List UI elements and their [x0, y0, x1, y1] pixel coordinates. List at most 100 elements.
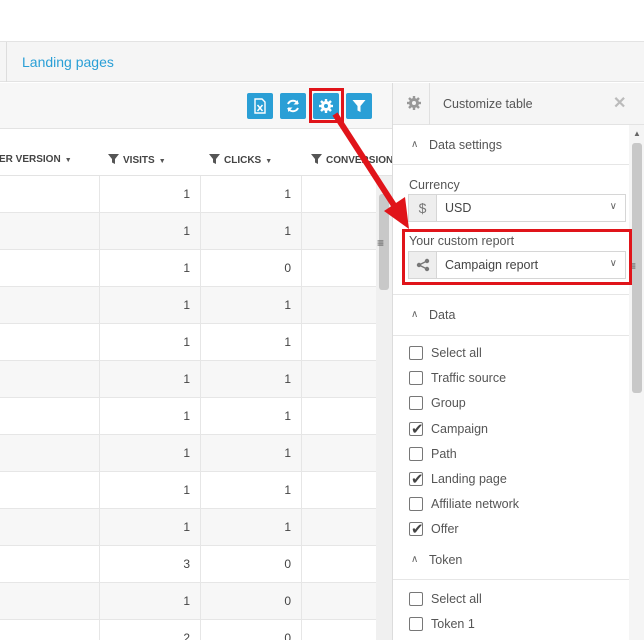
clicks-cell: 1	[201, 287, 302, 324]
visits-cell: 2	[100, 620, 201, 640]
clicks-cell: 1	[201, 213, 302, 250]
clicks-cell: 1	[201, 435, 302, 472]
checkbox[interactable]: ✔	[409, 471, 424, 488]
column-header-clicks[interactable]: CLICKS ▼	[209, 154, 272, 166]
checkbox-label: Traffic source	[431, 371, 507, 386]
conversion-cell	[302, 546, 376, 583]
checkbox[interactable]	[409, 617, 423, 631]
version-cell	[0, 398, 100, 435]
visits-cell: 1	[100, 435, 201, 472]
column-header-conversion[interactable]: CONVERSION	[311, 154, 393, 166]
visits-cell: 1	[100, 324, 201, 361]
gear-highlight-box	[309, 88, 344, 123]
scroll-up-icon[interactable]: ▲	[633, 129, 641, 138]
checkbox[interactable]: ✔	[409, 521, 424, 539]
conversion-cell	[302, 620, 376, 640]
resize-handle-icon[interactable]: ≡	[377, 236, 384, 250]
visits-cell: 1	[100, 509, 201, 546]
clicks-cell: 1	[201, 324, 302, 361]
table-row[interactable]: 11	[0, 324, 376, 361]
version-cell	[0, 472, 100, 509]
panel-header: Customize table ✕	[393, 83, 644, 125]
checkbox[interactable]	[409, 446, 423, 461]
dollar-icon: $	[409, 195, 437, 221]
refresh-button[interactable]	[280, 93, 306, 119]
filter-button[interactable]	[346, 93, 372, 119]
export-excel-button[interactable]	[247, 93, 273, 119]
version-cell	[0, 509, 100, 546]
panel-scrollbar[interactable]: ▲	[629, 125, 644, 640]
tab-landing-pages[interactable]: Landing pages	[22, 54, 114, 70]
checkbox[interactable]	[409, 497, 423, 512]
checkbox[interactable]	[409, 371, 423, 386]
conversion-cell	[302, 213, 376, 250]
checkbox-label: Affiliate network	[431, 497, 520, 512]
table-row[interactable]: 11	[0, 509, 376, 546]
visits-cell: 3	[100, 546, 201, 583]
clicks-cell: 1	[201, 472, 302, 509]
conversion-cell	[302, 509, 376, 546]
checkbox[interactable]: ✔	[409, 421, 424, 438]
column-header-visits[interactable]: VISITS ▼	[108, 154, 166, 166]
conversion-cell	[302, 583, 376, 620]
table-row[interactable]: 10	[0, 250, 376, 287]
currency-select[interactable]: $ USD ∨	[408, 194, 626, 222]
table-row[interactable]: 11	[0, 213, 376, 250]
table-row[interactable]: 11	[0, 176, 376, 213]
table-row[interactable]: 10	[0, 583, 376, 620]
table-row[interactable]: 30	[0, 546, 376, 583]
checkbox[interactable]	[409, 592, 423, 606]
table-row[interactable]: 11	[0, 472, 376, 509]
filter-icon	[352, 100, 366, 112]
close-icon[interactable]: ✕	[613, 93, 626, 113]
tab-divider	[6, 42, 7, 82]
table-row[interactable]: 11	[0, 435, 376, 472]
checkbox[interactable]	[409, 346, 423, 360]
conversion-cell	[302, 287, 376, 324]
table-row[interactable]: 20	[0, 620, 376, 640]
section-data[interactable]: ∧ Data	[393, 294, 629, 336]
conversion-cell	[302, 176, 376, 213]
table-row[interactable]: 11	[0, 361, 376, 398]
table-row[interactable]: 11	[0, 287, 376, 324]
conversion-cell	[302, 398, 376, 435]
table-row[interactable]: 11	[0, 398, 376, 435]
checkbox-label: Offer	[431, 522, 459, 537]
conversion-cell	[302, 435, 376, 472]
section-data-settings[interactable]: ∧ Data settings	[393, 125, 629, 165]
checkbox-label: Group	[431, 396, 466, 411]
checkbox-label: Token 1	[431, 617, 475, 631]
table-body: 11111011111111111111301020	[0, 176, 376, 640]
version-cell	[0, 435, 100, 472]
filter-icon	[311, 154, 322, 164]
panel-header-divider	[429, 83, 430, 125]
visits-cell: 1	[100, 213, 201, 250]
checkmark-icon: ✔	[411, 521, 424, 539]
version-cell	[0, 176, 100, 213]
checkbox-label: Path	[431, 446, 457, 461]
version-cell	[0, 546, 100, 583]
clicks-cell: 1	[201, 509, 302, 546]
version-cell	[0, 324, 100, 361]
column-header-version[interactable]: ER VERSION ▼	[0, 154, 72, 165]
section-token[interactable]: ∧ Token	[393, 540, 629, 580]
clicks-cell: 1	[201, 361, 302, 398]
checkbox[interactable]	[409, 396, 423, 411]
version-cell	[0, 583, 100, 620]
conversion-cell	[302, 250, 376, 287]
visits-cell: 1	[100, 250, 201, 287]
version-cell	[0, 287, 100, 324]
panel-title: Customize table	[443, 97, 533, 111]
table-header: ER VERSION ▼ VISITS ▼ CLICKS ▼ CONVERSION	[0, 142, 393, 176]
visits-cell: 1	[100, 176, 201, 213]
clicks-cell: 0	[201, 583, 302, 620]
custom-report-highlight-box	[402, 229, 632, 285]
filter-icon	[209, 154, 220, 164]
version-cell	[0, 361, 100, 398]
checkbox-label: Select all	[431, 592, 482, 606]
clicks-cell: 0	[201, 620, 302, 640]
sort-caret-icon: ▼	[158, 158, 166, 165]
checkbox-label: Landing page	[431, 472, 507, 486]
clicks-cell: 1	[201, 398, 302, 435]
checkbox-label: Select all	[431, 346, 482, 360]
